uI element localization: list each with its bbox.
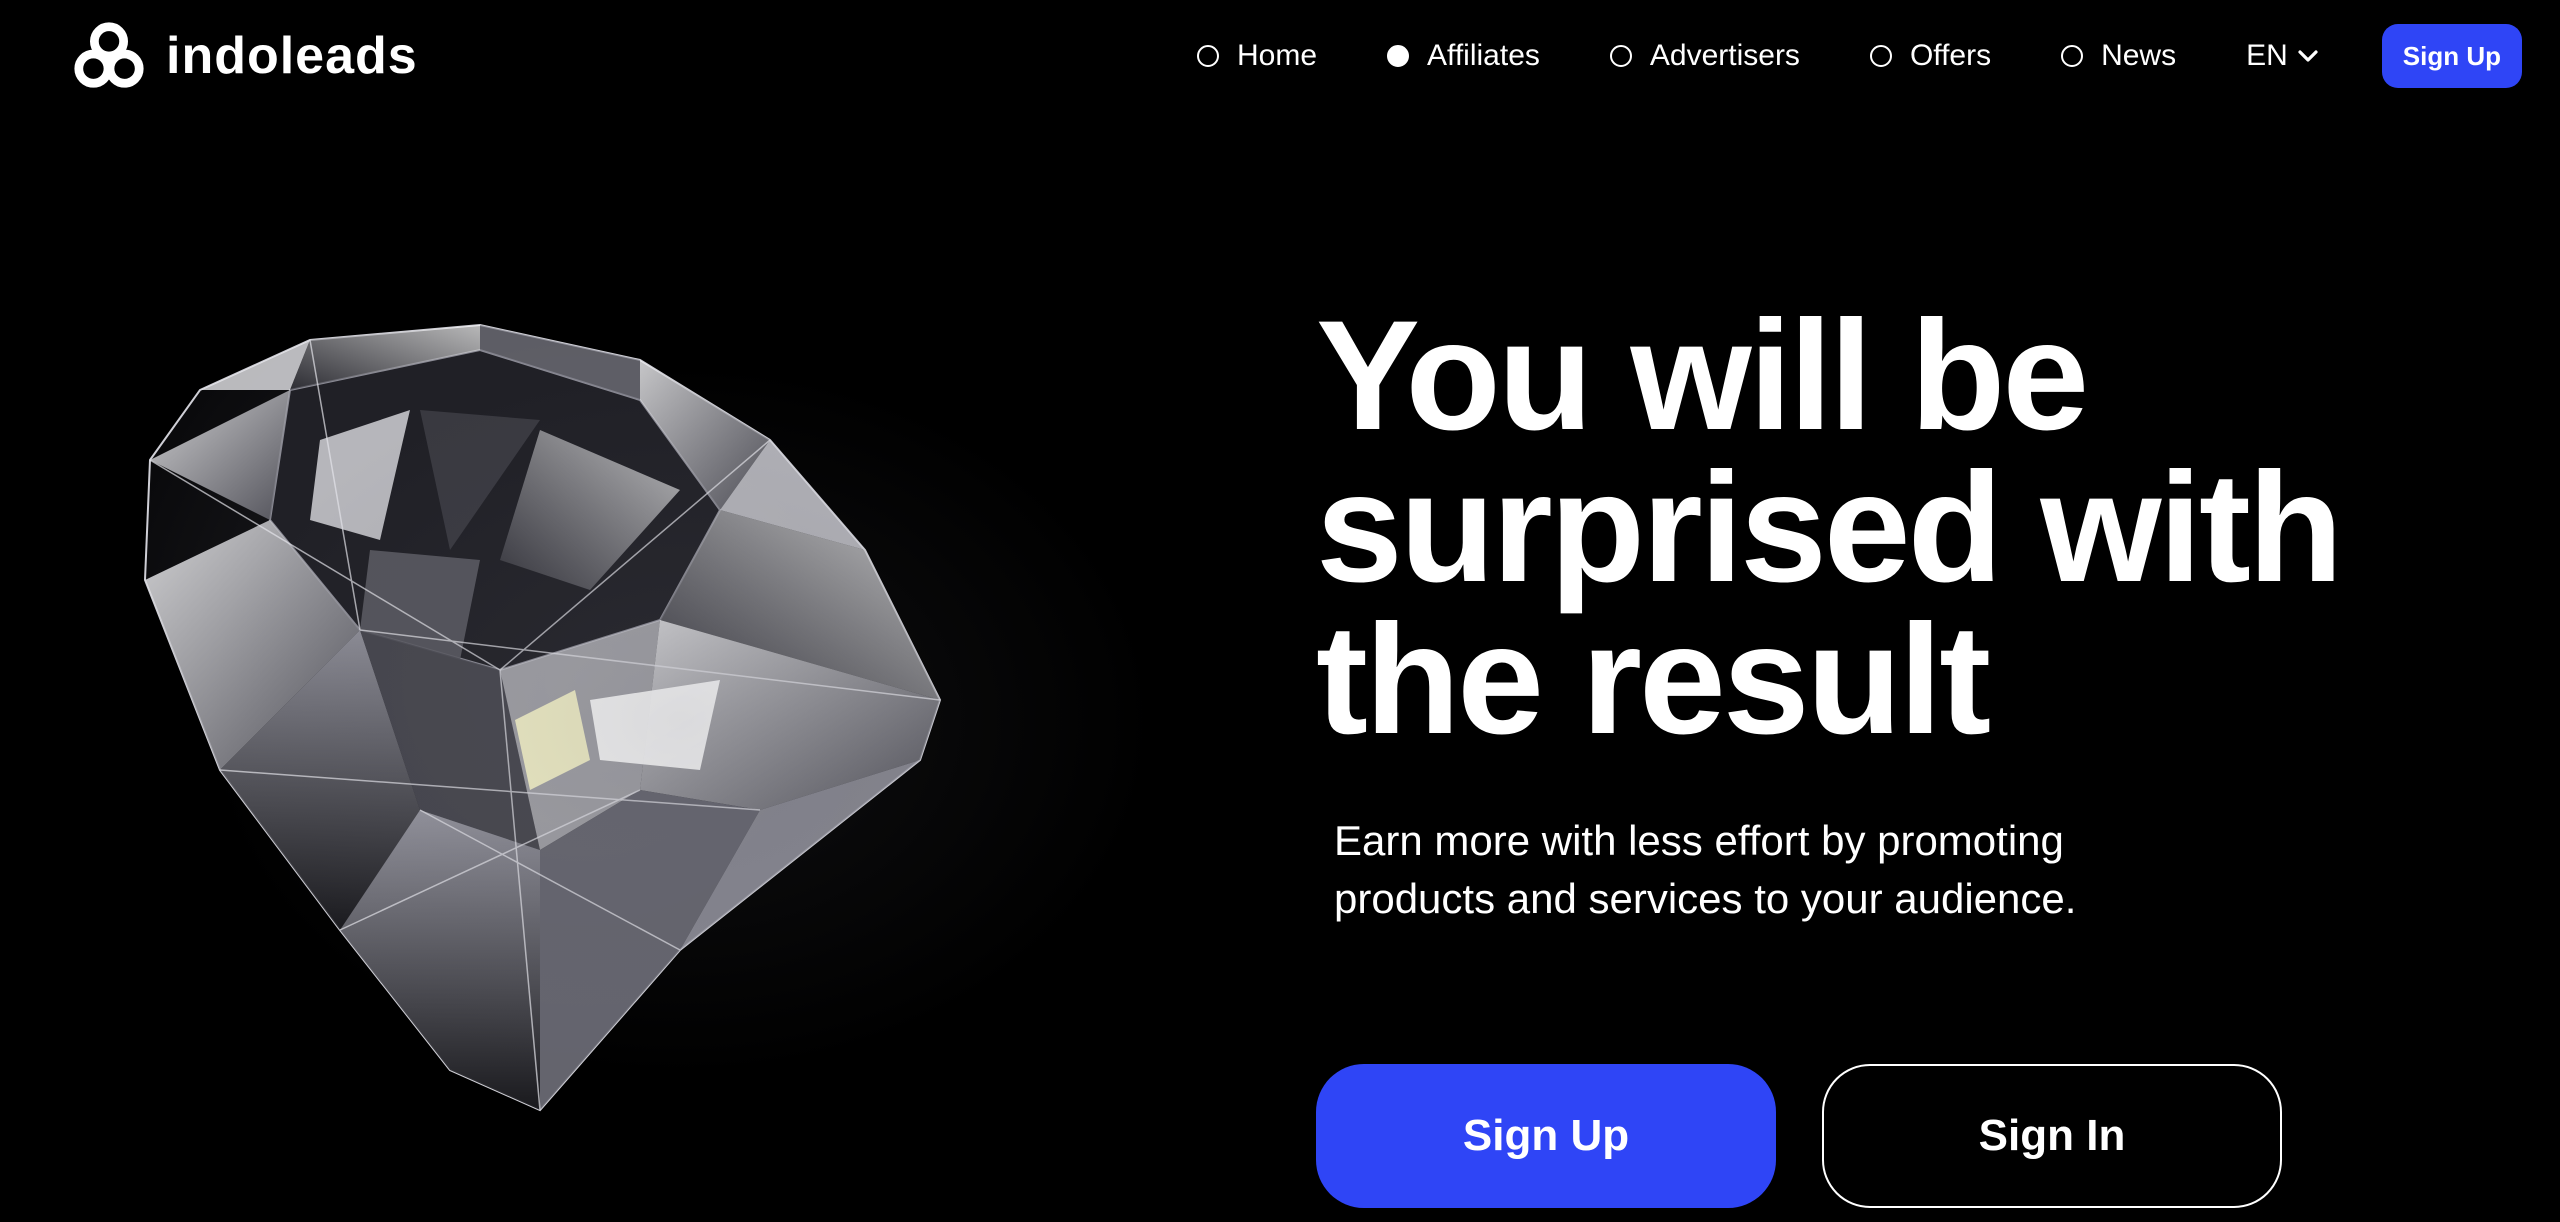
nav-item-label: News (2101, 39, 2177, 72)
nav-item-affiliates[interactable]: Affiliates (1387, 39, 1540, 73)
brand-logo[interactable]: indoleads (70, 18, 418, 94)
nav-item-home[interactable]: Home (1197, 39, 1317, 73)
nav-item-label: Offers (1909, 39, 1992, 72)
hero-title: You will be surprised with the result (1316, 289, 2343, 767)
chevron-down-icon (2298, 50, 2318, 62)
logo-icon (74, 22, 144, 88)
language-selector[interactable]: EN (2246, 39, 2320, 73)
nav-item-news[interactable]: News (2061, 39, 2176, 73)
site-header: indoleads Home Affiliates Advertisers Of… (0, 0, 2560, 110)
radio-dot-icon (1869, 45, 1892, 67)
radio-dot-icon (1197, 45, 1220, 67)
brand-name: indoleads (166, 27, 418, 85)
header-signup-button[interactable]: Sign Up (2381, 24, 2522, 88)
nav-item-label: Home (1237, 39, 1318, 72)
nav-item-label: Advertisers (1649, 39, 1800, 72)
main-nav: Home Affiliates Advertisers Offers News … (1197, 24, 2522, 88)
radio-dot-icon (1609, 45, 1632, 67)
hero-signup-button[interactable]: Sign Up (1316, 1064, 1776, 1208)
hero-signin-button[interactable]: Sign In (1822, 1064, 2282, 1208)
diamond-image (120, 290, 1230, 1150)
nav-item-offers[interactable]: Offers (1869, 39, 1992, 73)
nav-item-advertisers[interactable]: Advertisers (1609, 39, 1800, 73)
language-label: EN (2246, 39, 2288, 72)
landing-page: indoleads Home Affiliates Advertisers Of… (0, 0, 2560, 1222)
nav-item-label: Affiliates (1427, 39, 1540, 72)
radio-dot-filled-icon (1387, 45, 1410, 67)
radio-dot-icon (2061, 45, 2084, 67)
hero-subtitle: Earn more with less effort by promoting … (1334, 817, 2077, 922)
